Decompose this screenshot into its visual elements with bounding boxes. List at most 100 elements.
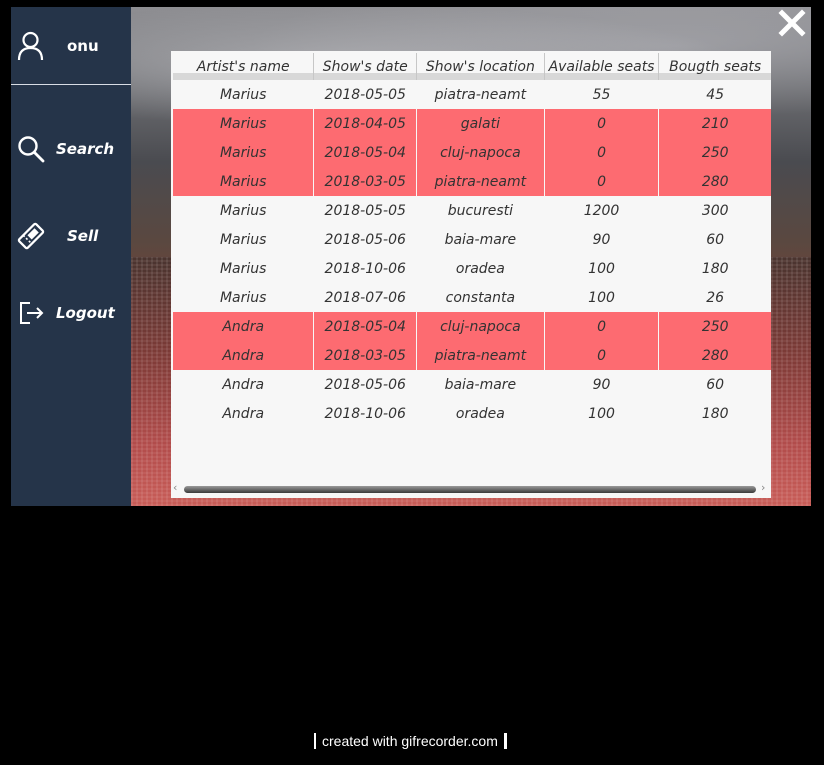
recorder-credit: created with gifrecorder.com bbox=[314, 733, 507, 749]
shows-table-panel: Artist's name Show's date Show's locatio… bbox=[171, 51, 771, 498]
cell-bought: 60 bbox=[658, 370, 771, 399]
table-row[interactable]: Marius 2018-05-05 bucuresti 1200 300 bbox=[173, 196, 771, 225]
cell-artist: Marius bbox=[219, 202, 267, 219]
cell-date: 2018-05-05 bbox=[313, 196, 417, 225]
cell-artist: Marius bbox=[219, 86, 267, 103]
cell-available: 100 bbox=[543, 254, 659, 283]
sidebar-item-label: Sell bbox=[67, 227, 99, 245]
sidebar-item-sell[interactable]: Sell bbox=[11, 218, 131, 254]
ticket-icon bbox=[17, 222, 45, 250]
cell-artist: Marius bbox=[219, 231, 267, 248]
table-row[interactable]: Andra 2018-05-06 baia-mare 90 60 bbox=[173, 370, 771, 399]
cell-location: baia-mare bbox=[416, 225, 545, 254]
scroll-left-icon[interactable]: ‹ bbox=[173, 482, 181, 494]
cell-available: 0 bbox=[543, 109, 659, 138]
cell-available: 90 bbox=[543, 370, 659, 399]
cell-location: oradea bbox=[416, 254, 545, 283]
cell-bought: 250 bbox=[658, 312, 771, 341]
sidebar-item-search[interactable]: Search bbox=[11, 131, 131, 167]
cell-bought: 280 bbox=[658, 167, 771, 196]
cell-location: constanta bbox=[416, 283, 545, 312]
cell-artist: Andra bbox=[173, 341, 314, 370]
cell-location: cluj-napoca bbox=[416, 312, 545, 341]
cell-available: 100 bbox=[543, 283, 659, 312]
column-header-location[interactable]: Show's location bbox=[416, 53, 545, 80]
horizontal-scrollbar[interactable]: ‹ › bbox=[171, 480, 771, 498]
table-body: Marius 2018-05-05 piatra-neamt 55 45 Marius 20… bbox=[173, 80, 771, 428]
cell-bought: 26 bbox=[658, 283, 771, 312]
cell-artist: Marius bbox=[173, 109, 314, 138]
sidebar-item-label: Search bbox=[56, 140, 115, 158]
cell-artist: Andra bbox=[173, 312, 314, 341]
sidebar: onu Search Sell Logout bbox=[11, 7, 131, 506]
cell-artist: Andra bbox=[222, 405, 265, 422]
user-icon bbox=[17, 31, 44, 61]
cell-bought: 210 bbox=[658, 109, 771, 138]
table-row[interactable]: Marius 2018-05-06 baia-mare 90 60 bbox=[173, 225, 771, 254]
app-window: onu Search Sell Logout Artist's name Sho… bbox=[11, 7, 811, 506]
cell-location: baia-mare bbox=[416, 370, 545, 399]
user-name: onu bbox=[67, 37, 99, 55]
cell-artist: Marius bbox=[173, 167, 314, 196]
cell-date: 2018-04-05 bbox=[313, 109, 417, 138]
scrollbar-thumb[interactable] bbox=[184, 486, 756, 493]
sidebar-item-logout[interactable]: Logout bbox=[11, 295, 131, 331]
cell-date: 2018-07-06 bbox=[313, 283, 417, 312]
table-row[interactable]: Marius 2018-03-05 piatra-neamt 0 280 bbox=[173, 167, 771, 196]
cell-location: piatra-neamt bbox=[416, 80, 545, 109]
cell-bought: 280 bbox=[658, 341, 771, 370]
cell-bought: 60 bbox=[658, 225, 771, 254]
table-row[interactable]: Andra 2018-03-05 piatra-neamt 0 280 bbox=[173, 341, 771, 370]
cell-date: 2018-03-05 bbox=[313, 167, 417, 196]
cell-bought: 45 bbox=[658, 80, 771, 109]
cell-available: 0 bbox=[543, 138, 659, 167]
cell-available: 0 bbox=[543, 167, 659, 196]
cell-bought: 300 bbox=[658, 196, 771, 225]
table-row[interactable]: Andra 2018-10-06 oradea 100 180 bbox=[173, 399, 771, 428]
table-row[interactable]: Marius 2018-05-05 piatra-neamt 55 45 bbox=[173, 80, 771, 109]
cell-artist: Marius bbox=[219, 289, 267, 306]
column-header-artist[interactable]: Artist's name bbox=[173, 53, 314, 80]
column-header-available[interactable]: Available seats bbox=[543, 53, 659, 80]
column-header-date[interactable]: Show's date bbox=[313, 53, 417, 80]
cell-location: cluj-napoca bbox=[416, 138, 545, 167]
cell-date: 2018-03-05 bbox=[313, 341, 417, 370]
table-row[interactable]: Marius 2018-04-05 galati 0 210 bbox=[173, 109, 771, 138]
cell-location: bucuresti bbox=[416, 196, 545, 225]
cell-date: 2018-05-04 bbox=[313, 312, 417, 341]
cell-artist: Marius bbox=[173, 138, 314, 167]
table-row[interactable]: Andra 2018-05-04 cluj-napoca 0 250 bbox=[173, 312, 771, 341]
scroll-right-icon[interactable]: › bbox=[761, 482, 769, 494]
cell-bought: 250 bbox=[658, 138, 771, 167]
cell-location: piatra-neamt bbox=[416, 167, 545, 196]
cell-date: 2018-10-06 bbox=[313, 254, 417, 283]
cell-available: 90 bbox=[543, 225, 659, 254]
table-row[interactable]: Marius 2018-07-06 constanta 100 26 bbox=[173, 283, 771, 312]
cell-date: 2018-05-06 bbox=[313, 370, 417, 399]
column-header-bought[interactable]: Bougth seats bbox=[658, 53, 771, 80]
sidebar-item-label: Logout bbox=[56, 304, 115, 322]
search-icon bbox=[18, 136, 45, 163]
cell-bought: 180 bbox=[658, 254, 771, 283]
cell-location: oradea bbox=[416, 399, 545, 428]
table-row[interactable]: Marius 2018-10-06 oradea 100 180 bbox=[173, 254, 771, 283]
table-row[interactable]: Marius 2018-05-04 cluj-napoca 0 250 bbox=[173, 138, 771, 167]
shows-table: Artist's name Show's date Show's locatio… bbox=[173, 53, 771, 428]
cell-date: 2018-05-04 bbox=[313, 138, 417, 167]
cell-artist: Marius bbox=[219, 260, 267, 277]
cell-available: 0 bbox=[543, 341, 659, 370]
cell-available: 1200 bbox=[543, 196, 659, 225]
cell-date: 2018-10-06 bbox=[313, 399, 417, 428]
cell-available: 100 bbox=[543, 399, 659, 428]
close-icon[interactable] bbox=[778, 9, 806, 37]
cell-location: piatra-neamt bbox=[416, 341, 545, 370]
table-header-row: Artist's name Show's date Show's locatio… bbox=[173, 53, 771, 80]
cell-bought: 180 bbox=[658, 399, 771, 428]
cell-date: 2018-05-06 bbox=[313, 225, 417, 254]
cell-date: 2018-05-05 bbox=[313, 80, 417, 109]
user-profile: onu bbox=[11, 7, 131, 85]
cell-available: 55 bbox=[543, 80, 659, 109]
cell-location: galati bbox=[416, 109, 545, 138]
cell-available: 0 bbox=[543, 312, 659, 341]
cell-artist: Andra bbox=[222, 376, 265, 393]
